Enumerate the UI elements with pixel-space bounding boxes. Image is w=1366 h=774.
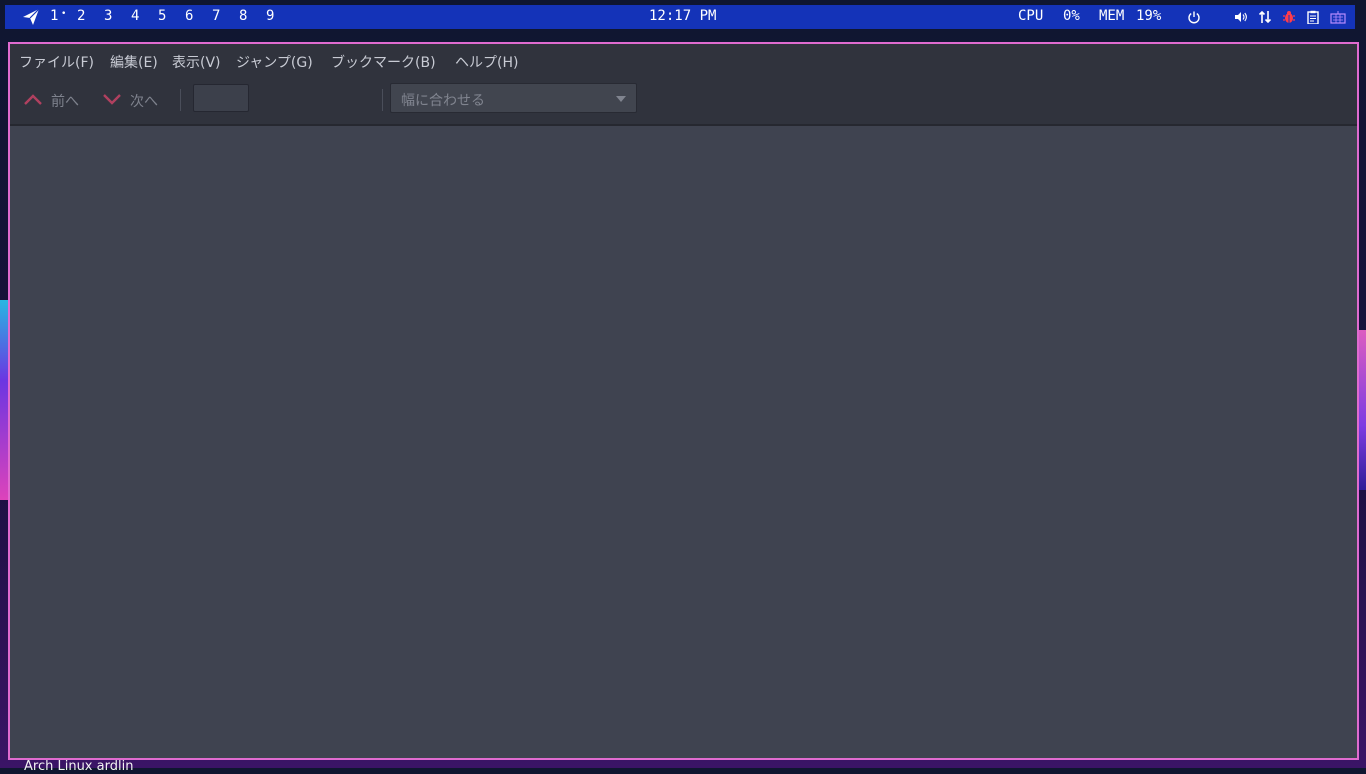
dropdown-arrow-icon (616, 96, 626, 102)
launcher-icon[interactable] (22, 8, 40, 26)
clock[interactable]: 12:17 PM (649, 8, 716, 24)
previous-page-label: 前へ (51, 94, 79, 110)
document-viewer-window: ファイル(F) 編集(E) 表示(V) ジャンプ(G) ブックマーク(B) ヘル… (8, 42, 1359, 760)
zoom-select-value: 幅に合わせる (401, 93, 485, 109)
cpu-value: 0% (1063, 8, 1080, 24)
workspace-5[interactable]: 5 (158, 8, 166, 24)
toolbar-separator (382, 89, 383, 111)
previous-page-button[interactable]: 前へ (23, 88, 95, 112)
chevron-down-icon (103, 94, 121, 105)
chevron-up-icon (24, 94, 42, 105)
menu-bar: ファイル(F) 編集(E) 表示(V) ジャンプ(G) ブックマーク(B) ヘル… (10, 44, 1357, 76)
workspace-3[interactable]: 3 (104, 8, 112, 24)
menu-help[interactable]: ヘルプ(H) (455, 52, 518, 72)
menu-file[interactable]: ファイル(F) (19, 52, 94, 72)
desktop-background-text: Arch Linux ardlin (24, 759, 134, 774)
mem-value: 19% (1136, 8, 1162, 24)
zoom-select[interactable]: 幅に合わせる (390, 83, 637, 113)
cpu-label: CPU (1018, 8, 1044, 24)
toolbar: 前へ 次へ 幅に合わせる (10, 76, 1357, 126)
workspace-1[interactable]: 1 (50, 8, 58, 24)
workspace-6[interactable]: 6 (185, 8, 193, 24)
keyboard-icon[interactable] (1330, 10, 1346, 24)
menu-go[interactable]: ジャンプ(G) (236, 52, 313, 72)
network-icon[interactable] (1258, 10, 1272, 24)
top-panel: 1 • 2 3 4 5 6 7 8 9 12:17 PM CPU 0% MEM … (5, 5, 1355, 29)
next-page-label: 次へ (130, 94, 158, 110)
page-number-input[interactable] (193, 84, 249, 112)
menu-edit[interactable]: 編集(E) (110, 52, 158, 72)
clipboard-icon[interactable] (1306, 10, 1320, 24)
bug-icon[interactable] (1282, 10, 1296, 24)
volume-icon[interactable] (1234, 10, 1248, 24)
menu-view[interactable]: 表示(V) (172, 52, 221, 72)
next-page-button[interactable]: 次へ (102, 88, 174, 112)
toolbar-separator (180, 89, 181, 111)
workspace-9[interactable]: 9 (266, 8, 274, 24)
power-icon[interactable] (1187, 10, 1201, 24)
menu-bookmarks[interactable]: ブックマーク(B) (331, 52, 436, 72)
mem-label: MEM (1099, 8, 1125, 24)
workspace-4[interactable]: 4 (131, 8, 139, 24)
workspace-2[interactable]: 2 (77, 8, 85, 24)
workspace-7[interactable]: 7 (212, 8, 220, 24)
document-view-area[interactable] (10, 126, 1357, 758)
active-workspace-marker: • (61, 9, 67, 19)
workspace-8[interactable]: 8 (239, 8, 247, 24)
